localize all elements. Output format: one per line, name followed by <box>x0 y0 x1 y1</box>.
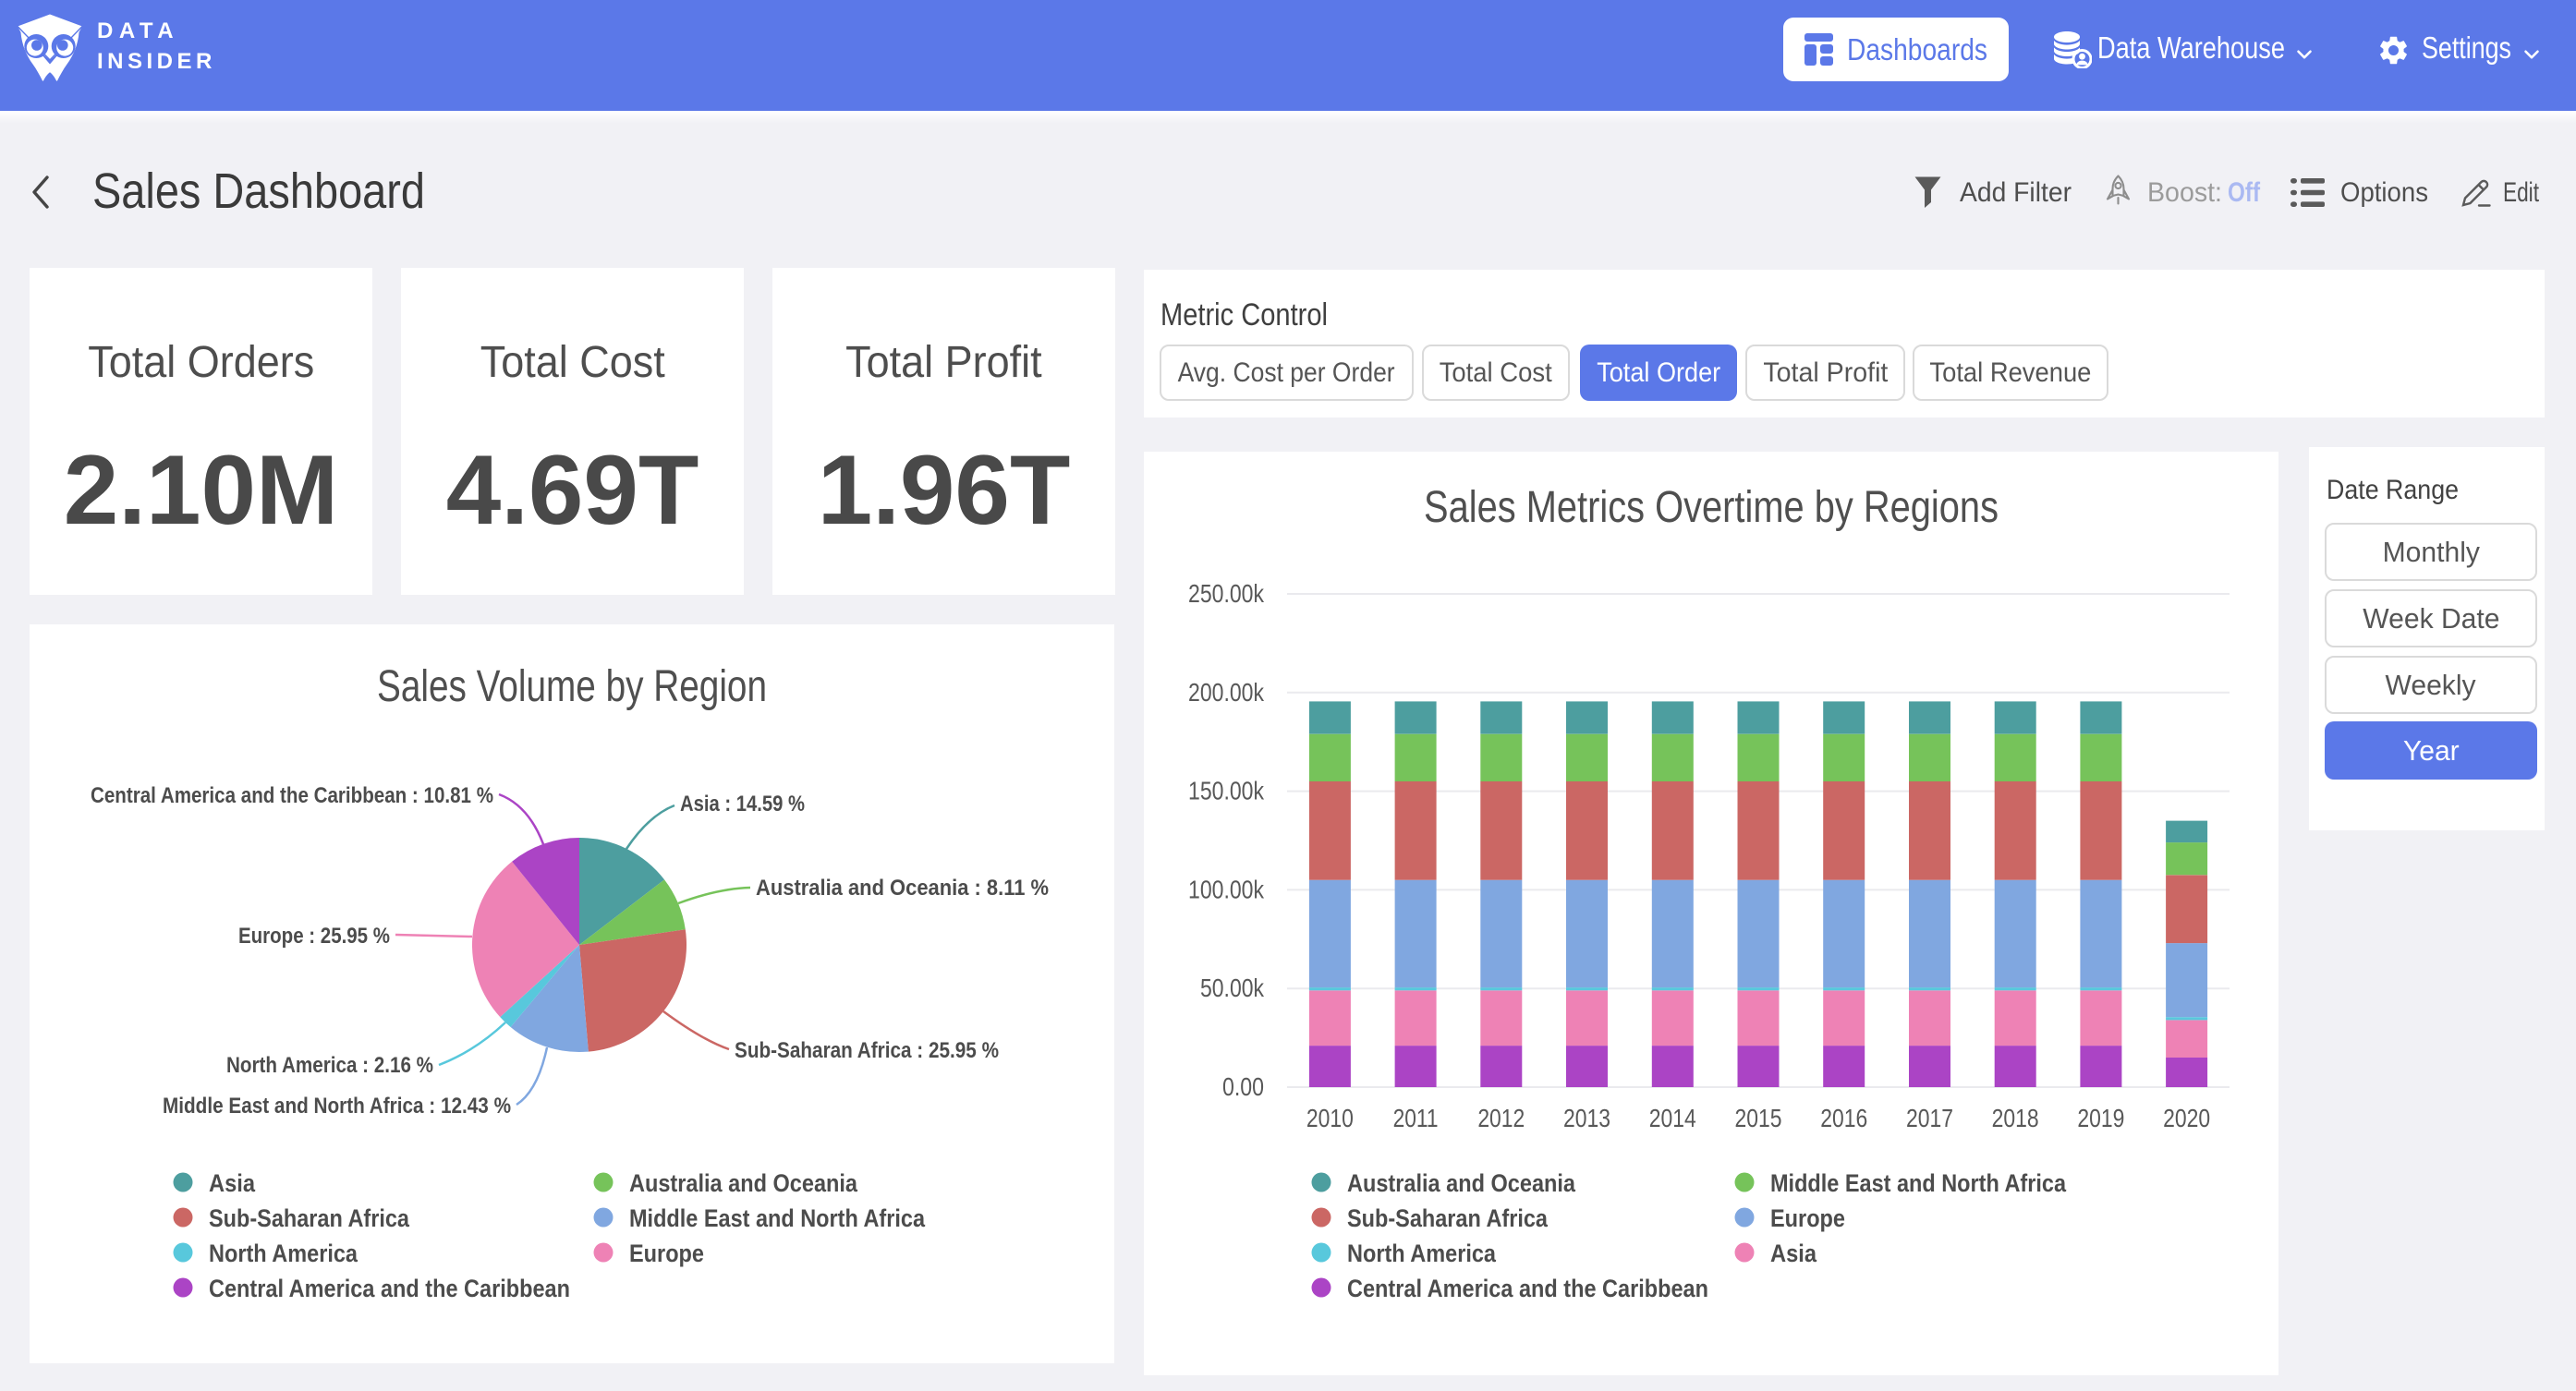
svg-text:2016: 2016 <box>1820 1104 1867 1132</box>
svg-text:250.00k: 250.00k <box>1188 579 1265 608</box>
svg-text:2011: 2011 <box>1393 1104 1439 1132</box>
svg-text:North America : 2.16 %: North America : 2.16 % <box>226 1053 433 1078</box>
svg-text:Central America and the Caribb: Central America and the Caribbean <box>1347 1275 1708 1302</box>
svg-text:Sub-Saharan Africa: Sub-Saharan Africa <box>209 1204 410 1232</box>
svg-text:2012: 2012 <box>1477 1104 1525 1132</box>
svg-text:2013: 2013 <box>1563 1104 1610 1132</box>
svg-text:Europe : 25.95 %: Europe : 25.95 % <box>238 924 390 949</box>
svg-text:Australia and Oceania: Australia and Oceania <box>1347 1169 1576 1197</box>
svg-text:Sales Metrics Overtime by Regi: Sales Metrics Overtime by Regions <box>1424 483 1999 532</box>
svg-text:Central America and the Caribb: Central America and the Caribbean : 10.8… <box>91 783 493 808</box>
svg-text:0.00: 0.00 <box>1222 1072 1264 1101</box>
svg-text:Sub-Saharan Africa : 25.95 %: Sub-Saharan Africa : 25.95 % <box>735 1038 999 1063</box>
svg-text:Middle East and North Africa: Middle East and North Africa <box>1770 1169 2067 1197</box>
svg-text:Europe: Europe <box>629 1240 704 1267</box>
svg-text:North America: North America <box>1347 1240 1497 1267</box>
svg-text:Sales Volume by Region: Sales Volume by Region <box>377 662 767 711</box>
svg-text:2010: 2010 <box>1306 1104 1354 1132</box>
svg-text:Middle East and North Africa :: Middle East and North Africa : 12.43 % <box>163 1094 511 1119</box>
svg-text:Asia: Asia <box>209 1169 256 1197</box>
svg-text:Asia : 14.59 %: Asia : 14.59 % <box>680 792 805 816</box>
svg-text:Australia and Oceania: Australia and Oceania <box>629 1169 858 1197</box>
svg-text:2020: 2020 <box>2163 1104 2210 1132</box>
svg-text:North America: North America <box>209 1240 358 1267</box>
svg-text:2017: 2017 <box>1906 1104 1953 1132</box>
svg-text:200.00k: 200.00k <box>1188 678 1265 707</box>
svg-text:Australia and Oceania : 8.11 %: Australia and Oceania : 8.11 % <box>756 876 1049 901</box>
svg-text:2015: 2015 <box>1735 1104 1782 1132</box>
svg-text:2018: 2018 <box>1992 1104 2039 1132</box>
svg-text:Central America and the Caribb: Central America and the Caribbean <box>209 1275 570 1302</box>
svg-text:150.00k: 150.00k <box>1188 777 1265 805</box>
svg-text:2014: 2014 <box>1649 1104 1696 1132</box>
svg-text:Sub-Saharan Africa: Sub-Saharan Africa <box>1347 1204 1549 1232</box>
svg-text:100.00k: 100.00k <box>1188 875 1265 903</box>
svg-text:50.00k: 50.00k <box>1200 974 1265 1002</box>
svg-text:Middle East and North Africa: Middle East and North Africa <box>629 1204 926 1232</box>
svg-text:2019: 2019 <box>2077 1104 2124 1132</box>
svg-text:Europe: Europe <box>1770 1204 1845 1232</box>
svg-text:Asia: Asia <box>1770 1240 1817 1267</box>
